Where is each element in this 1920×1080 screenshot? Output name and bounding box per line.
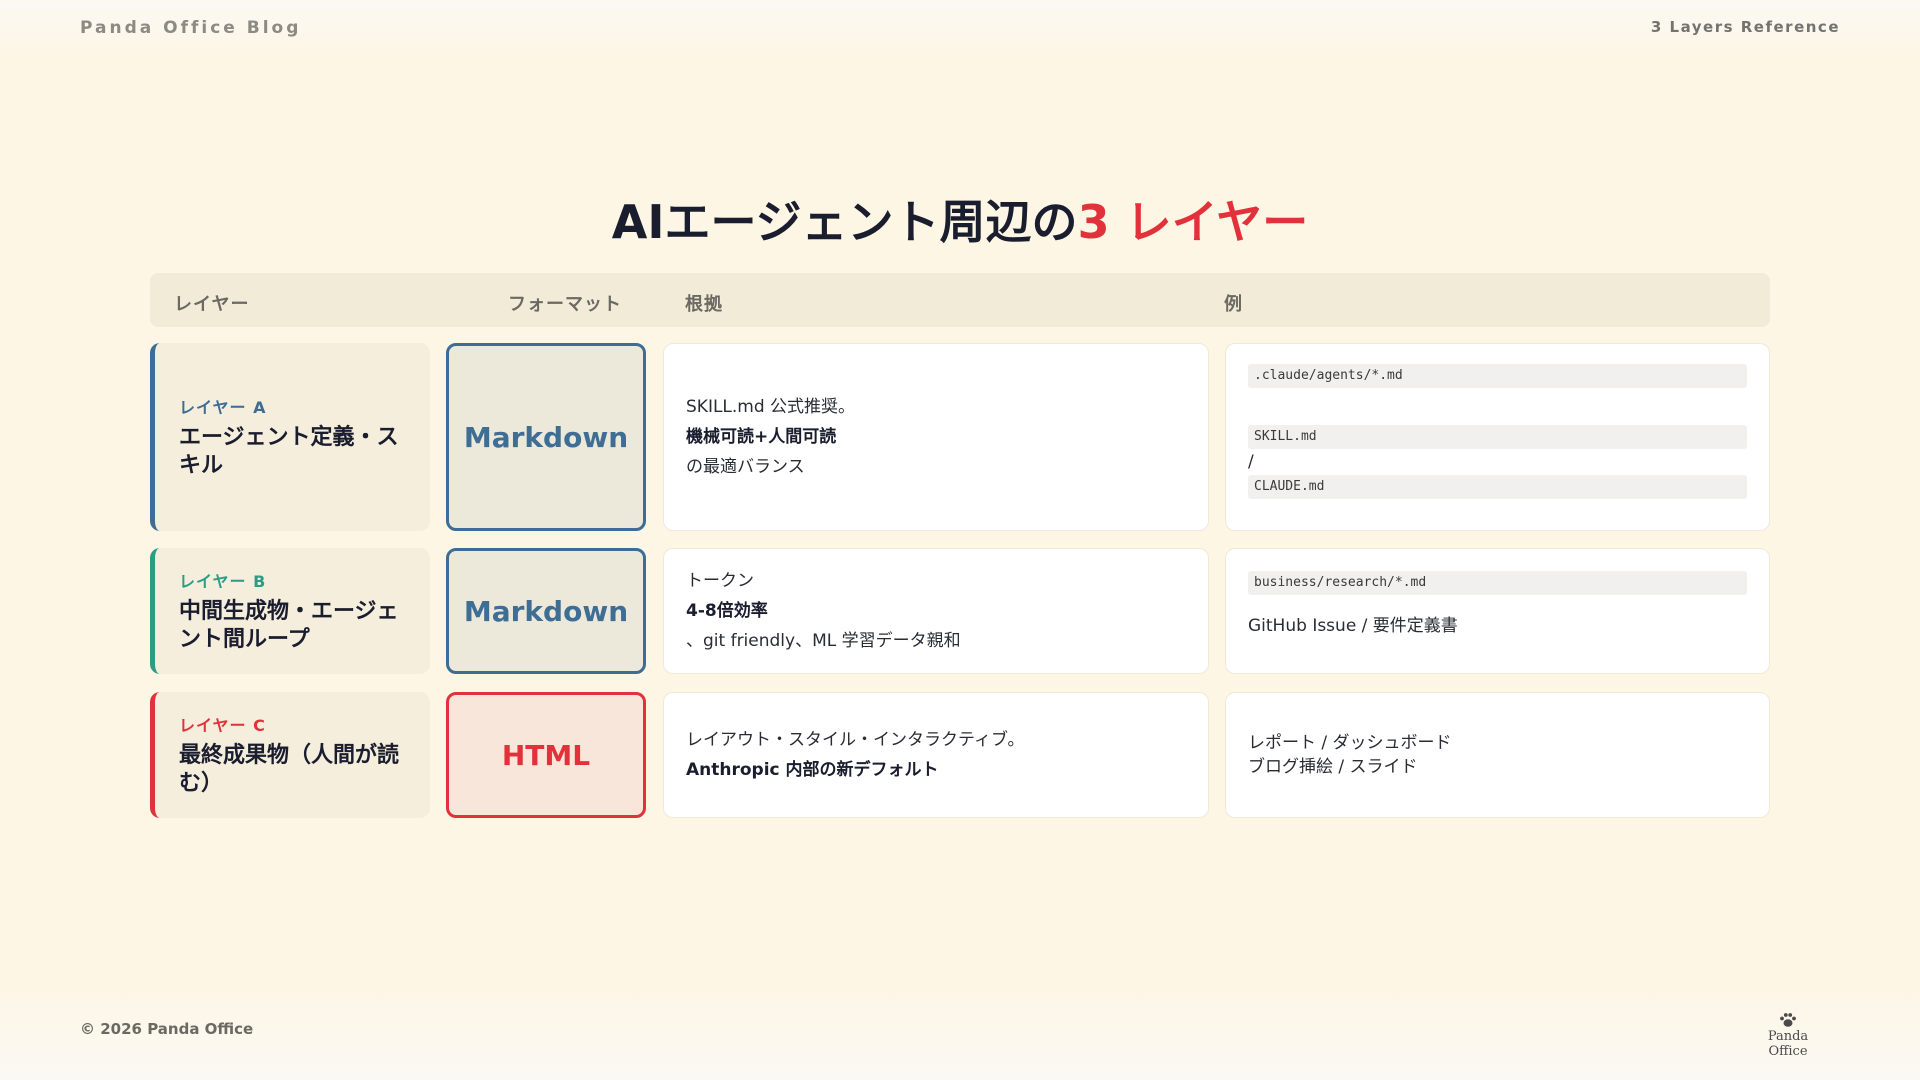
title-accent: 3 レイヤー [1077,195,1309,249]
layer-cell: レイヤー B 中間生成物・エージェント間ループ [150,548,430,674]
layer-tag: レイヤー A [179,398,267,417]
column-header-basis: 根拠 [685,294,723,315]
paw-icon [1780,1013,1796,1027]
format-badge: HTML [446,692,646,818]
basis-cell: レイアウト・スタイル・インタラクティブ。 Anthropic 内部の新デフォルト [663,692,1209,818]
layer-cell: レイヤー C 最終成果物（人間が読む） [150,692,430,818]
format-badge: Markdown [446,548,646,674]
column-header-layer: レイヤー [174,294,250,315]
basis-cell: トークン 4-8倍効率 、git friendly、ML 学習データ親和 [663,548,1209,674]
table-header: レイヤー フォーマット 根拠 例 [150,273,1770,327]
code-example: CLAUDE.md [1248,475,1747,499]
basis-line: 、git friendly、ML 学習データ親和 [686,631,961,651]
basis-line-bold: Anthropic 内部の新デフォルト [686,760,939,780]
example-text: レポート / ダッシュボード [1248,733,1452,753]
layer-tag: レイヤー B [179,572,267,591]
layer-name: エージェント定義・スキル [179,425,399,478]
format-badge: Markdown [446,343,646,531]
basis-line: SKILL.md 公式推奨。 [686,397,856,417]
example-separator: / [1248,452,1254,472]
basis-line: レイアウト・スタイル・インタラクティブ。 [686,730,1025,750]
code-example: .claude/agents/*.md [1248,364,1747,388]
table-row-layer-c: レイヤー C 最終成果物（人間が読む） HTML レイアウト・スタイル・インタラ… [150,692,1770,818]
basis-line: トークン [686,571,754,591]
basis-line-bold: 機械可読+人間可読 [686,427,837,447]
copyright: © 2026 Panda Office [80,1020,254,1038]
example-cell: business/research/*.md GitHub Issue / 要件… [1225,548,1770,674]
basis-line-bold: 4-8倍効率 [686,601,768,621]
layer-name: 中間生成物・エージェント間ループ [179,599,399,652]
page-title: AIエージェント周辺の3 レイヤー [0,186,1920,252]
basis-cell: SKILL.md 公式推奨。 機械可読+人間可読 の最適バランス [663,343,1209,531]
footer-logo: Panda Office [1748,1012,1828,1059]
column-header-format: フォーマット [508,294,622,315]
layer-cell: レイヤー A エージェント定義・スキル [150,343,430,531]
example-text: ブログ挿絵 / スライド [1248,757,1418,777]
title-main: AIエージェント周辺の [611,195,1078,249]
reference-label: 3 Layers Reference [1650,18,1840,36]
logo-text: Panda Office [1767,1029,1809,1059]
example-text: GitHub Issue / 要件定義書 [1248,616,1458,636]
code-example: business/research/*.md [1248,571,1747,595]
layer-tag: レイヤー C [179,716,266,735]
table-row-layer-a: レイヤー A エージェント定義・スキル Markdown SKILL.md 公式… [150,343,1770,531]
brand-label: Panda Office Blog [80,18,302,38]
layer-name: 最終成果物（人間が読む） [179,743,400,796]
example-cell: .claude/agents/*.md SKILL.md / CLAUDE.md [1225,343,1770,531]
column-header-example: 例 [1224,294,1243,315]
basis-line: の最適バランス [686,457,805,477]
example-cell: レポート / ダッシュボード ブログ挿絵 / スライド [1225,692,1770,818]
table-row-layer-b: レイヤー B 中間生成物・エージェント間ループ Markdown トークン 4-… [150,548,1770,674]
code-example: SKILL.md [1248,425,1747,449]
